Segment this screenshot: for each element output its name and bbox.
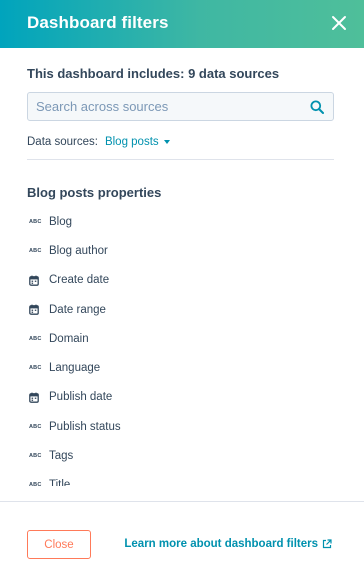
property-label: Blog author <box>49 244 108 257</box>
data-sources-row: Data sources: Blog posts <box>27 136 170 148</box>
property-label: Domain <box>49 332 89 345</box>
abc-text-icon: ABC <box>29 365 42 372</box>
abc-text-icon: ABC <box>29 247 42 254</box>
property-label: Create date <box>49 274 110 287</box>
learn-more-link[interactable]: Learn more about dashboard filters <box>124 538 332 550</box>
property-label: Language <box>49 362 101 375</box>
close-button[interactable]: Close <box>27 530 91 559</box>
abc-text-icon: ABC <box>29 423 42 430</box>
calendar-icon <box>29 304 43 315</box>
panel-header: Dashboard filters <box>0 0 364 48</box>
property-list: ABC Blog ABC Blog author Create date Date ran… <box>27 207 334 486</box>
panel-title: Dashboard filters <box>27 13 169 32</box>
property-label: Blog <box>49 215 73 228</box>
search-box[interactable] <box>27 92 334 121</box>
property-item[interactable]: ABC Title <box>27 471 334 486</box>
property-label: Tags <box>49 450 74 463</box>
abc-text-icon: ABC <box>29 453 42 460</box>
learn-more-label: Learn more about dashboard filters <box>124 538 318 550</box>
property-item[interactable]: ABC Domain <box>27 324 334 353</box>
property-label: Date range <box>49 303 106 316</box>
property-item[interactable]: ABC Blog author <box>27 236 334 265</box>
data-sources-label: Data sources: <box>27 136 98 148</box>
property-item[interactable]: Create date <box>27 266 334 295</box>
data-source-dropdown[interactable]: Blog posts <box>105 136 170 148</box>
search-input[interactable] <box>28 93 298 120</box>
property-label: Title <box>49 479 71 486</box>
data-source-selected: Blog posts <box>104 136 159 148</box>
property-item[interactable]: ABC Publish status <box>27 412 334 441</box>
calendar-icon <box>29 275 43 286</box>
external-link-icon <box>322 539 332 549</box>
abc-text-icon: ABC <box>29 335 42 342</box>
property-label: Publish date <box>49 391 113 404</box>
search-icon[interactable] <box>310 100 324 114</box>
property-item[interactable]: Date range <box>27 295 334 324</box>
property-item[interactable]: ABC Blog <box>27 207 334 236</box>
property-label: Publish status <box>49 420 121 433</box>
close-icon[interactable] <box>328 12 350 34</box>
abc-text-icon: ABC <box>29 482 42 486</box>
chevron-down-icon <box>163 140 170 144</box>
calendar-icon <box>29 392 43 403</box>
section-title: Blog posts properties <box>27 185 162 200</box>
divider <box>27 159 334 160</box>
property-item[interactable]: ABC Tags <box>27 441 334 470</box>
data-source-summary: This dashboard includes: 9 data sources <box>27 66 280 81</box>
footer-divider <box>0 501 364 502</box>
abc-text-icon: ABC <box>29 218 42 225</box>
property-item[interactable]: Publish date <box>27 383 334 412</box>
property-item[interactable]: ABC Language <box>27 353 334 382</box>
